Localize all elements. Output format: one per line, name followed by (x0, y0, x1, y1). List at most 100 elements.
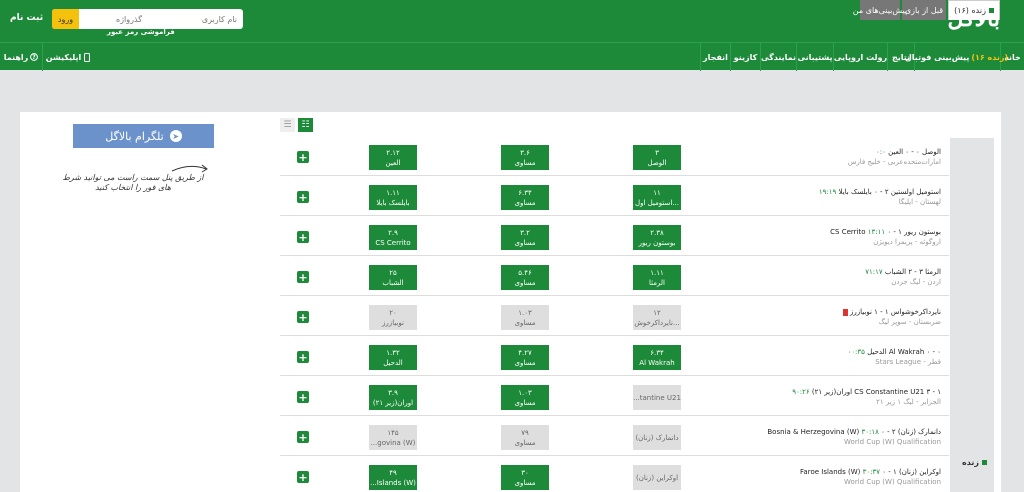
away-team: Bosnia & Herzegovina (W) (767, 428, 860, 436)
odd-value: ۲۵ (389, 268, 397, 277)
odd-value: ۳.۹ (388, 388, 398, 397)
more-odds-plus-icon[interactable]: + (297, 391, 309, 403)
nav-roulette[interactable]: رولت اروپایی (833, 43, 887, 71)
odd-away-button[interactable]: ۱۴۵ ...govina (W) (369, 425, 417, 450)
odd-label: دانمارک (زنان) (635, 433, 679, 442)
odd-away-button[interactable]: ۳.۹ اوران(زیر ۲۱) (369, 385, 417, 410)
home-team: CS Constantine U21 (854, 388, 925, 396)
match-teams: اوکراین (زنان) ۱ - ۰ Faroe Islands (W) ۳… (681, 467, 941, 477)
odd-value: ۴.۲۷ (518, 348, 532, 357)
nav-agency[interactable]: نمایندگی (760, 43, 796, 71)
odd-draw-button[interactable]: ۵.۴۶ مساوی (501, 265, 549, 290)
odd-home-button[interactable]: ۱.۱۱ الرمثا (633, 265, 681, 290)
nav-support[interactable]: پشتیبانی (796, 43, 833, 71)
nav-crash[interactable]: انفجار (700, 43, 730, 71)
odd-draw-button[interactable]: ۱.۰۳ مساوی (501, 305, 549, 330)
match-row: دانمارک (زنان) ۲ - ۰ Bosnia & Herzegovin… (280, 418, 949, 456)
odd-draw-button[interactable]: ۴.۲۷ مساوی (501, 345, 549, 370)
match-score: ۳ - ۲ (908, 268, 923, 276)
match-info[interactable]: اوکراین (زنان) ۱ - ۰ Faroe Islands (W) ۳… (681, 467, 941, 487)
odd-away-button[interactable]: ۱.۳۲ الدحیل (369, 345, 417, 370)
match-time: ۷۱:۱۷ (865, 268, 883, 276)
match-info[interactable]: Al Wakrah ۰ - ۰ الدحیل ۰۰:۳۵ قطر - Stars … (681, 347, 942, 367)
match-info[interactable]: نایرداکرخوشواس ۱ - ۱ نوبیازرز ضربستان - … (681, 307, 941, 327)
tab-pre-match[interactable]: قبل از بازی (902, 0, 946, 20)
odd-value: ۲.۳۸ (650, 228, 664, 237)
nav-prediction[interactable]: پیش‌بینی فوتبال (۱۶ زنده) (905, 43, 1008, 71)
home-team: دانمارک (زنان) (897, 428, 941, 436)
nav-help[interactable]: راهنما ? (0, 43, 42, 71)
username-input[interactable] (148, 9, 243, 29)
login-button[interactable]: ورود (52, 9, 79, 29)
tab-live[interactable]: زنده (۱۶) (948, 0, 1000, 20)
more-odds-plus-icon[interactable]: + (297, 311, 309, 323)
match-score: ۱ - ۰ (887, 228, 902, 236)
match-row: نایرداکرخوشواس ۱ - ۱ نوبیازرز ضربستان - … (280, 298, 949, 336)
match-info[interactable]: الرمثا ۳ - ۲ الشباب ۷۱:۱۷ اردن - لیگ جردن (681, 267, 941, 287)
nav-casino[interactable]: کازینو (730, 43, 760, 71)
odd-away-button[interactable]: ۲.۹ CS Cerrito (369, 225, 417, 250)
odd-label: الشباب (382, 278, 404, 287)
odd-home-button[interactable]: ...tantine U21 (633, 385, 681, 410)
match-info[interactable]: بوستون ریور ۱ - ۰ CS Cerrito ۱۳:۱۱ اروگوئ… (681, 227, 941, 247)
match-teams: الوصل ۰ - ۰ العین ۰:۰ (681, 147, 941, 157)
forgot-password-link[interactable]: فراموشی رمز عبور (107, 28, 175, 36)
match-time: ۳۰:۳۷ (862, 468, 880, 476)
match-teams: بوستون ریور ۱ - ۰ CS Cerrito ۱۳:۱۱ (681, 227, 941, 237)
odd-draw-button[interactable]: ۳۰ مساوی (501, 465, 549, 490)
league-name: الجزایر - لیگ ۱ زیر ۲۱ (876, 398, 941, 406)
odd-draw-button[interactable]: ۱.۰۳ مساوی (501, 385, 549, 410)
more-odds-plus-icon[interactable]: + (297, 191, 309, 203)
odd-value: ۲.۹ (388, 228, 398, 237)
more-odds-plus-icon[interactable]: + (297, 151, 309, 163)
match-info[interactable]: CS Constantine U21 ۳ - ۱ اوران(زیر ۲۱) ۹… (681, 387, 941, 407)
odd-home-button[interactable]: دانمارک (زنان) (633, 425, 681, 450)
match-row: استومیل اولستین ۲ - ۰ بایلسک بایلا ۱۹:۱۹… (280, 178, 949, 216)
odd-home-button[interactable]: ۶.۳۴ Al Wakrah (633, 345, 681, 370)
register-button[interactable]: ثبت نام (10, 13, 43, 23)
match-row: بوستون ریور ۱ - ۰ CS Cerrito ۱۳:۱۱ اروگوئ… (280, 218, 949, 256)
list-view-icon[interactable]: ☰ (280, 118, 295, 132)
live-dot-icon (981, 460, 987, 465)
nav-results[interactable]: نتایج (887, 43, 914, 71)
match-teams: CS Constantine U21 ۳ - ۱ اوران(زیر ۲۱) ۹… (681, 387, 941, 397)
more-odds-plus-icon[interactable]: + (297, 471, 309, 483)
odd-draw-button[interactable]: ۳.۲ مساوی (501, 225, 549, 250)
odd-away-button[interactable]: ۱.۱۱ بایلسک بایلا (369, 185, 417, 210)
login-box: ورود (52, 9, 243, 29)
odd-home-button[interactable]: ۱۱ استومیل اول... (633, 185, 681, 210)
odd-home-button[interactable]: ۳ الوصل (633, 145, 681, 170)
home-team: الوصل (922, 148, 941, 156)
sidebar-live[interactable]: زنده (962, 458, 987, 467)
odd-away-button[interactable]: ۲۵ الشباب (369, 265, 417, 290)
match-info[interactable]: استومیل اولستین ۲ - ۰ بایلسک بایلا ۱۹:۱۹… (681, 187, 941, 207)
odd-draw-button[interactable]: ۳.۶ مساوی (501, 145, 549, 170)
telegram-button[interactable]: تلگرام بالاگل ➤ (73, 124, 214, 148)
odd-away-button[interactable]: ۲.۱۲ العین (369, 145, 417, 170)
odd-away-button[interactable]: ۴۹ ...Islands (W) (369, 465, 417, 490)
league-name: ضربستان - سوپر لیگ (878, 318, 941, 326)
odd-away-button[interactable]: ۲۰ نوبیازرز (369, 305, 417, 330)
more-odds-plus-icon[interactable]: + (297, 271, 309, 283)
odd-home-button[interactable]: اوکراین (زنان) (633, 465, 681, 490)
password-input[interactable] (79, 9, 148, 29)
league-sidebar (950, 138, 994, 492)
more-odds-plus-icon[interactable]: + (297, 431, 309, 443)
odd-label: استومیل اول... (634, 198, 680, 207)
tab-my-predictions[interactable]: پیش‌بینی‌های من (853, 0, 907, 20)
odd-label: مساوی (514, 478, 536, 487)
more-odds-plus-icon[interactable]: + (297, 351, 309, 363)
nav-app[interactable]: اپلیکیشن (42, 43, 93, 71)
odd-home-button[interactable]: ۲.۳۸ بوستون ریور (633, 225, 681, 250)
detail-view-icon[interactable]: ☷ (298, 118, 313, 132)
odd-label: نوبیازرز (382, 318, 404, 327)
match-info[interactable]: الوصل ۰ - ۰ العین ۰:۰ امارات‌متحده‌عربی -… (681, 147, 941, 167)
odd-draw-button[interactable]: ۷۹ مساوی (501, 425, 549, 450)
odd-label: مساوی (514, 318, 536, 327)
odd-home-button[interactable]: ۱۲ نایرداکرخوش... (633, 305, 681, 330)
odd-draw-button[interactable]: ۶.۳۴ مساوی (501, 185, 549, 210)
match-info[interactable]: دانمارک (زنان) ۲ - ۰ Bosnia & Herzegovin… (681, 427, 941, 447)
match-row: الوصل ۰ - ۰ العین ۰:۰ امارات‌متحده‌عربی -… (280, 138, 949, 176)
odd-label: مساوی (514, 158, 536, 167)
more-odds-plus-icon[interactable]: + (297, 231, 309, 243)
